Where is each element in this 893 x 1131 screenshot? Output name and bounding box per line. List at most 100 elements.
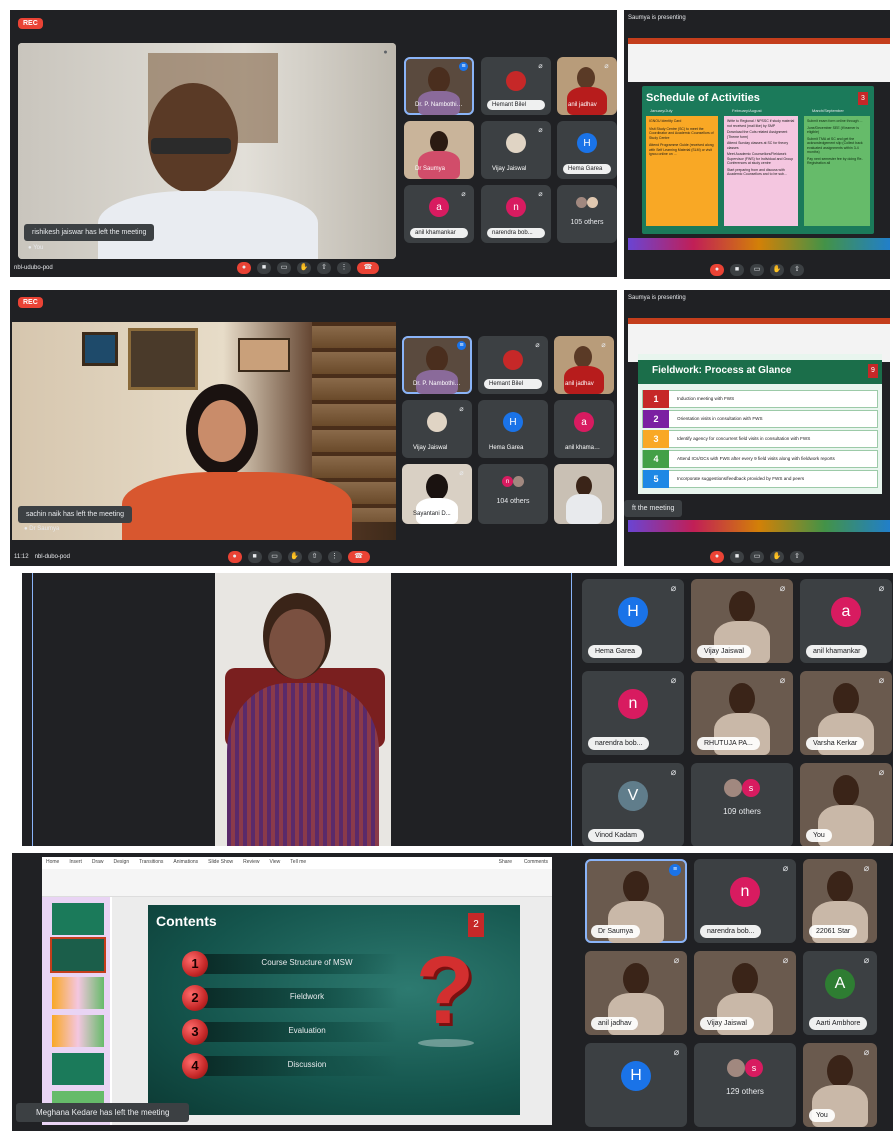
- participant-tile[interactable]: Vijay Jaiswal ⌀: [694, 951, 796, 1035]
- avatar: H: [503, 412, 523, 432]
- participant-name: Dr Saumya: [591, 925, 641, 938]
- participant-tile[interactable]: Dr Saumya ≡: [585, 859, 687, 943]
- raise-hand-button[interactable]: ✋: [770, 264, 784, 276]
- ribbon-tab[interactable]: Tell me: [290, 859, 306, 869]
- ribbon-tab[interactable]: Draw: [92, 859, 104, 869]
- participant-tile[interactable]: RHUTUJA PA... ⌀: [691, 671, 793, 755]
- mic-button[interactable]: ●: [237, 262, 251, 274]
- others-tile[interactable]: s 109 others: [691, 763, 793, 846]
- participant-tile[interactable]: n narendra bob... ⌀: [582, 671, 684, 755]
- captions-button[interactable]: ▭: [750, 264, 764, 276]
- participant-tile[interactable]: [554, 464, 614, 524]
- mic-off-icon: ⌀: [782, 863, 789, 873]
- ribbon-tab[interactable]: Insert: [69, 859, 82, 869]
- presenter-header: Saumya is presenting: [628, 15, 686, 21]
- raise-hand-button[interactable]: ✋: [287, 551, 302, 563]
- others-tile[interactable]: s 129 others: [694, 1043, 796, 1127]
- present-button[interactable]: ⇧: [790, 264, 804, 276]
- participant-tile[interactable]: Vijay Jaiswal ⌀: [402, 400, 472, 458]
- present-button[interactable]: ⇧: [307, 551, 322, 563]
- activity-item: Start preparing from and discuss with Ac…: [727, 167, 787, 177]
- participant-tile[interactable]: H Hema Garea ⌀: [582, 579, 684, 663]
- present-button[interactable]: ⇧: [317, 262, 331, 274]
- participant-tile[interactable]: You ⌀: [800, 763, 892, 846]
- slide-title: Schedule of Activities: [646, 92, 760, 104]
- camera-button[interactable]: ■: [247, 551, 262, 563]
- captions-button[interactable]: ▭: [277, 262, 291, 274]
- ribbon-tab[interactable]: Transitions: [139, 859, 163, 869]
- contents-list: 1 Course Structure of MSW 2 Fieldwork 3 Evalu…: [182, 951, 402, 1087]
- participant-tile[interactable]: 22061 Star ⌀: [803, 859, 877, 943]
- participant-tile[interactable]: A Aarti Ambhore ⌀: [803, 951, 877, 1035]
- control-bar: 11:12 nbl-dubo-pod ● ■ ▭ ✋ ⇧ ⋮ ☎: [10, 548, 617, 566]
- avatar: n: [506, 197, 526, 217]
- slide-thumbnail[interactable]: [50, 937, 106, 973]
- participant-tile[interactable]: H Hema Garea: [478, 400, 548, 458]
- ribbon-tab[interactable]: View: [270, 859, 281, 869]
- ribbon-tab[interactable]: Slide Show: [208, 859, 233, 869]
- ppt-window: Home Insert Draw Design Transitions Animation…: [42, 857, 552, 1125]
- leave-notification: rishikesh jaiswar has left the meeting: [24, 224, 155, 241]
- participant-tile[interactable]: n narendra bob... ⌀: [481, 185, 551, 243]
- others-tile[interactable]: n 104 others: [478, 464, 548, 524]
- leave-call-button[interactable]: ☎: [347, 551, 370, 563]
- captions-button[interactable]: ▭: [750, 551, 764, 563]
- raise-hand-button[interactable]: ✋: [297, 262, 311, 274]
- process-step-number: 4: [643, 450, 669, 468]
- participant-tile[interactable]: Dr. P. Nambothiri... ≡: [402, 336, 472, 394]
- slide-thumbnail[interactable]: [52, 1053, 104, 1085]
- slide-thumbnail[interactable]: [52, 977, 104, 1009]
- participant-name: anil khamankar: [806, 645, 868, 658]
- participant-tile[interactable]: Hemant Bilel ⌀: [481, 57, 551, 115]
- ribbon-tab[interactable]: Design: [114, 859, 130, 869]
- participant-tile[interactable]: a anil khamankar ⌀: [800, 579, 892, 663]
- mic-off-icon: ⌀: [863, 863, 870, 873]
- participant-tile[interactable]: V Vinod Kadam ⌀: [582, 763, 684, 846]
- camera-button[interactable]: ■: [730, 264, 744, 276]
- slide-thumbnail[interactable]: [52, 1015, 104, 1047]
- participant-name: narendra bob...: [487, 228, 545, 238]
- ribbon-tab[interactable]: Home: [46, 859, 59, 869]
- comments-button[interactable]: Comments: [524, 859, 548, 865]
- rec-badge: REC: [18, 18, 43, 29]
- captions-button[interactable]: ▭: [267, 551, 282, 563]
- participant-tile[interactable]: a anil khamankar: [554, 400, 614, 458]
- share-button[interactable]: Share: [499, 859, 512, 865]
- participant-tile[interactable]: Dr Saumya: [404, 121, 474, 179]
- participant-name: Vinod Kadam: [588, 829, 644, 842]
- participant-name: Vijay Jaiswal: [697, 645, 751, 658]
- participant-name: Dr. P. Nambothiri...: [415, 102, 465, 108]
- ribbon-tab[interactable]: Animations: [173, 859, 198, 869]
- participant-tile[interactable]: H Hema Garea: [557, 121, 617, 179]
- raise-hand-button[interactable]: ✋: [770, 551, 784, 563]
- speaking-icon: ≡: [459, 62, 468, 71]
- slide-thumbnail[interactable]: [52, 903, 104, 935]
- avatar: A: [825, 969, 855, 999]
- participant-tile[interactable]: You ⌀: [803, 1043, 877, 1127]
- camera-button[interactable]: ■: [257, 262, 271, 274]
- participant-tile[interactable]: n narendra bob... ⌀: [694, 859, 796, 943]
- mic-off-icon: ⌀: [538, 191, 543, 198]
- others-tile[interactable]: 105 others: [557, 185, 617, 243]
- participant-tile[interactable]: Dr. P. Nambothiri... ≡: [404, 57, 474, 115]
- participant-tile[interactable]: Varsha Kerkar ⌀: [800, 671, 892, 755]
- camera-button[interactable]: ■: [730, 551, 744, 563]
- ribbon-tab[interactable]: Review: [243, 859, 259, 869]
- participant-tile[interactable]: a anil khamankar ⌀: [404, 185, 474, 243]
- leave-call-button[interactable]: ☎: [357, 262, 379, 274]
- participant-tile[interactable]: H ⌀: [585, 1043, 687, 1127]
- mic-button[interactable]: ●: [710, 551, 724, 563]
- participant-tile[interactable]: Sayantani D... ⌀: [402, 464, 472, 524]
- mic-button[interactable]: ●: [227, 551, 242, 563]
- participant-tile[interactable]: Vijay Jaiswal ⌀: [691, 579, 793, 663]
- participant-tile[interactable]: Hemant Bilel ⌀: [478, 336, 548, 394]
- present-button[interactable]: ⇧: [790, 551, 804, 563]
- slide-number: 9: [868, 364, 878, 378]
- participant-tile[interactable]: anil jadhav ⌀: [585, 951, 687, 1035]
- participant-tile[interactable]: Vijay Jaiswal ⌀: [481, 121, 551, 179]
- participant-tile[interactable]: anil jadhav ⌀: [554, 336, 614, 394]
- participant-tile[interactable]: anil jadhav ⌀: [557, 57, 617, 115]
- mic-button[interactable]: ●: [710, 264, 724, 276]
- more-options-button[interactable]: ⋮: [337, 262, 351, 274]
- more-options-button[interactable]: ⋮: [327, 551, 342, 563]
